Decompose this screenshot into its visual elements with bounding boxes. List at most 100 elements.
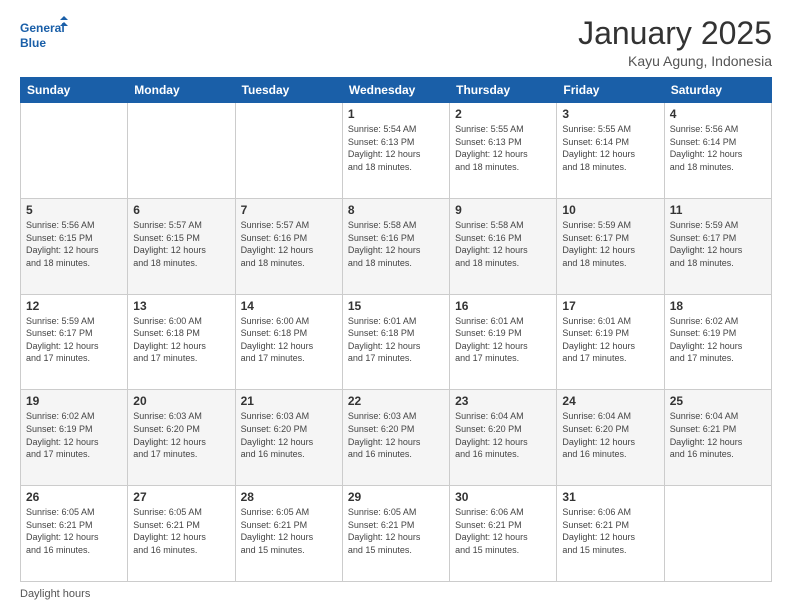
calendar-cell: 21 Sunrise: 6:03 AM Sunset: 6:20 PM Dayli… bbox=[235, 390, 342, 486]
day-info: Sunrise: 6:03 AM Sunset: 6:20 PM Dayligh… bbox=[241, 410, 337, 460]
svg-text:Blue: Blue bbox=[20, 36, 46, 50]
calendar-cell: 19Sunrise: 6:02 AM Sunset: 6:19 PM Dayli… bbox=[21, 390, 128, 486]
day-number: 10 bbox=[562, 203, 658, 217]
day-info: Sunrise: 6:03 AM Sunset: 6:20 PM Dayligh… bbox=[133, 410, 229, 460]
logo-svg: General Blue bbox=[20, 16, 68, 54]
calendar-cell: 10 Sunrise: 5:59 AM Sunset: 6:17 PM Dayli… bbox=[557, 198, 664, 294]
calendar-cell: 24Sunrise: 6:04 AM Sunset: 6:20 PM Dayli… bbox=[557, 390, 664, 486]
day-number: 27 bbox=[133, 490, 229, 504]
day-info: Sunrise: 5:55 AM Sunset: 6:14 PM Dayligh… bbox=[562, 123, 658, 173]
day-info: Sunrise: 6:02 AM Sunset: 6:19 PM Dayligh… bbox=[26, 410, 122, 460]
day-info: Sunrise: 5:59 AM Sunset: 6:17 PM Dayligh… bbox=[26, 315, 122, 365]
day-info: Sunrise: 6:05 AM Sunset: 6:21 PM Dayligh… bbox=[348, 506, 444, 556]
calendar-cell: 18 Sunrise: 6:02 AM Sunset: 6:19 PM Dayli… bbox=[664, 294, 771, 390]
day-number: 3 bbox=[562, 107, 658, 121]
calendar-cell: 14 Sunrise: 6:00 AM Sunset: 6:18 PM Dayli… bbox=[235, 294, 342, 390]
calendar-cell: 27 Sunrise: 6:05 AM Sunset: 6:21 PM Dayli… bbox=[128, 486, 235, 582]
day-info: Sunrise: 5:58 AM Sunset: 6:16 PM Dayligh… bbox=[348, 219, 444, 269]
calendar-cell: 15 Sunrise: 6:01 AM Sunset: 6:18 PM Dayli… bbox=[342, 294, 449, 390]
day-info: Sunrise: 6:00 AM Sunset: 6:18 PM Dayligh… bbox=[133, 315, 229, 365]
day-number: 8 bbox=[348, 203, 444, 217]
day-info: Sunrise: 6:03 AM Sunset: 6:20 PM Dayligh… bbox=[348, 410, 444, 460]
subtitle: Kayu Agung, Indonesia bbox=[578, 53, 772, 69]
logo: General Blue bbox=[20, 16, 68, 54]
day-info: Sunrise: 6:05 AM Sunset: 6:21 PM Dayligh… bbox=[133, 506, 229, 556]
header: General Blue January 2025 Kayu Agung, In… bbox=[20, 16, 772, 69]
day-number: 30 bbox=[455, 490, 551, 504]
calendar-cell: 30 Sunrise: 6:06 AM Sunset: 6:21 PM Dayli… bbox=[450, 486, 557, 582]
day-info: Sunrise: 5:58 AM Sunset: 6:16 PM Dayligh… bbox=[455, 219, 551, 269]
day-info: Sunrise: 5:56 AM Sunset: 6:14 PM Dayligh… bbox=[670, 123, 766, 173]
calendar-cell: 11 Sunrise: 5:59 AM Sunset: 6:17 PM Dayli… bbox=[664, 198, 771, 294]
day-info: Sunrise: 6:01 AM Sunset: 6:18 PM Dayligh… bbox=[348, 315, 444, 365]
day-number: 18 bbox=[670, 299, 766, 313]
day-number: 26 bbox=[26, 490, 122, 504]
day-info: Sunrise: 6:01 AM Sunset: 6:19 PM Dayligh… bbox=[455, 315, 551, 365]
calendar-cell: 28 Sunrise: 6:05 AM Sunset: 6:21 PM Dayli… bbox=[235, 486, 342, 582]
day-number: 12 bbox=[26, 299, 122, 313]
day-info: Sunrise: 6:06 AM Sunset: 6:21 PM Dayligh… bbox=[455, 506, 551, 556]
day-info: Sunrise: 6:05 AM Sunset: 6:21 PM Dayligh… bbox=[26, 506, 122, 556]
day-number: 4 bbox=[670, 107, 766, 121]
day-info: Sunrise: 5:56 AM Sunset: 6:15 PM Dayligh… bbox=[26, 219, 122, 269]
calendar-cell: 5 Sunrise: 5:56 AM Sunset: 6:15 PM Daylig… bbox=[21, 198, 128, 294]
calendar-week-row: 19Sunrise: 6:02 AM Sunset: 6:19 PM Dayli… bbox=[21, 390, 772, 486]
day-number: 23 bbox=[455, 394, 551, 408]
day-info: Sunrise: 6:04 AM Sunset: 6:21 PM Dayligh… bbox=[670, 410, 766, 460]
calendar-cell: 20 Sunrise: 6:03 AM Sunset: 6:20 PM Dayli… bbox=[128, 390, 235, 486]
calendar-day-header: Monday bbox=[128, 78, 235, 103]
day-info: Sunrise: 6:00 AM Sunset: 6:18 PM Dayligh… bbox=[241, 315, 337, 365]
calendar-cell: 4 Sunrise: 5:56 AM Sunset: 6:14 PM Daylig… bbox=[664, 103, 771, 199]
day-info: Sunrise: 5:59 AM Sunset: 6:17 PM Dayligh… bbox=[562, 219, 658, 269]
day-number: 21 bbox=[241, 394, 337, 408]
day-number: 5 bbox=[26, 203, 122, 217]
footer: Daylight hours bbox=[20, 588, 772, 600]
day-info: Sunrise: 6:01 AM Sunset: 6:19 PM Dayligh… bbox=[562, 315, 658, 365]
calendar-week-row: 5 Sunrise: 5:56 AM Sunset: 6:15 PM Daylig… bbox=[21, 198, 772, 294]
svg-text:General: General bbox=[20, 21, 65, 35]
calendar-cell bbox=[128, 103, 235, 199]
calendar-cell: 9 Sunrise: 5:58 AM Sunset: 6:16 PM Daylig… bbox=[450, 198, 557, 294]
calendar-table: SundayMondayTuesdayWednesdayThursdayFrid… bbox=[20, 77, 772, 582]
calendar-cell: 6Sunrise: 5:57 AM Sunset: 6:15 PM Daylig… bbox=[128, 198, 235, 294]
calendar-cell: 31Sunrise: 6:06 AM Sunset: 6:21 PM Dayli… bbox=[557, 486, 664, 582]
day-number: 29 bbox=[348, 490, 444, 504]
calendar-day-header: Friday bbox=[557, 78, 664, 103]
day-info: Sunrise: 6:05 AM Sunset: 6:21 PM Dayligh… bbox=[241, 506, 337, 556]
day-number: 14 bbox=[241, 299, 337, 313]
day-number: 28 bbox=[241, 490, 337, 504]
calendar-cell: 13 Sunrise: 6:00 AM Sunset: 6:18 PM Dayli… bbox=[128, 294, 235, 390]
day-number: 9 bbox=[455, 203, 551, 217]
day-number: 22 bbox=[348, 394, 444, 408]
day-number: 11 bbox=[670, 203, 766, 217]
day-info: Sunrise: 6:02 AM Sunset: 6:19 PM Dayligh… bbox=[670, 315, 766, 365]
day-number: 17 bbox=[562, 299, 658, 313]
calendar-cell: 22 Sunrise: 6:03 AM Sunset: 6:20 PM Dayli… bbox=[342, 390, 449, 486]
calendar-cell bbox=[235, 103, 342, 199]
calendar-day-header: Saturday bbox=[664, 78, 771, 103]
day-info: Sunrise: 5:59 AM Sunset: 6:17 PM Dayligh… bbox=[670, 219, 766, 269]
day-info: Sunrise: 5:54 AM Sunset: 6:13 PM Dayligh… bbox=[348, 123, 444, 173]
day-info: Sunrise: 5:57 AM Sunset: 6:16 PM Dayligh… bbox=[241, 219, 337, 269]
day-number: 1 bbox=[348, 107, 444, 121]
main-title: January 2025 bbox=[578, 16, 772, 51]
calendar-day-header: Tuesday bbox=[235, 78, 342, 103]
calendar-week-row: 26 Sunrise: 6:05 AM Sunset: 6:21 PM Dayli… bbox=[21, 486, 772, 582]
day-number: 13 bbox=[133, 299, 229, 313]
day-number: 20 bbox=[133, 394, 229, 408]
calendar-cell: 17 Sunrise: 6:01 AM Sunset: 6:19 PM Dayli… bbox=[557, 294, 664, 390]
page: General Blue January 2025 Kayu Agung, In… bbox=[0, 0, 792, 612]
day-info: Sunrise: 5:55 AM Sunset: 6:13 PM Dayligh… bbox=[455, 123, 551, 173]
calendar-cell: 16Sunrise: 6:01 AM Sunset: 6:19 PM Dayli… bbox=[450, 294, 557, 390]
day-info: Sunrise: 6:04 AM Sunset: 6:20 PM Dayligh… bbox=[455, 410, 551, 460]
calendar-cell: 26 Sunrise: 6:05 AM Sunset: 6:21 PM Dayli… bbox=[21, 486, 128, 582]
calendar-cell: 8 Sunrise: 5:58 AM Sunset: 6:16 PM Daylig… bbox=[342, 198, 449, 294]
day-number: 7 bbox=[241, 203, 337, 217]
day-number: 15 bbox=[348, 299, 444, 313]
calendar-cell: 7 Sunrise: 5:57 AM Sunset: 6:16 PM Daylig… bbox=[235, 198, 342, 294]
day-info: Sunrise: 5:57 AM Sunset: 6:15 PM Dayligh… bbox=[133, 219, 229, 269]
calendar-week-row: 1 Sunrise: 5:54 AM Sunset: 6:13 PM Daylig… bbox=[21, 103, 772, 199]
day-number: 2 bbox=[455, 107, 551, 121]
calendar-cell: 1 Sunrise: 5:54 AM Sunset: 6:13 PM Daylig… bbox=[342, 103, 449, 199]
calendar-cell: 12 Sunrise: 5:59 AM Sunset: 6:17 PM Dayli… bbox=[21, 294, 128, 390]
